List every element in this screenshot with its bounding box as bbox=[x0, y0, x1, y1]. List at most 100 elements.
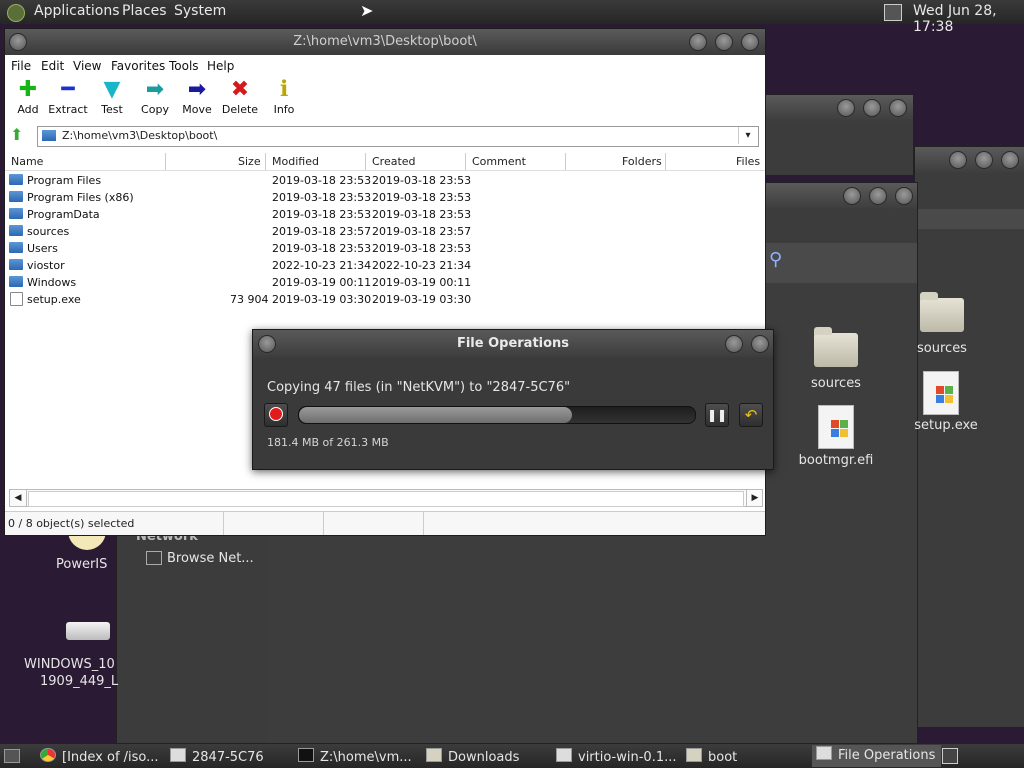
folder-icon bbox=[42, 130, 56, 141]
dialog-titlebar[interactable]: File Operations bbox=[253, 330, 773, 358]
dialog-menu-icon[interactable] bbox=[258, 335, 276, 353]
task-virtio[interactable]: virtio-win-0.1... bbox=[556, 748, 677, 765]
dialog-minimize-button[interactable] bbox=[725, 335, 743, 353]
scroll-thumb[interactable] bbox=[28, 491, 744, 507]
copy-button[interactable]: ➡ Copy bbox=[132, 77, 178, 122]
move-icon: ➡ bbox=[187, 77, 207, 102]
progress-bar bbox=[298, 406, 696, 424]
task-file-operations[interactable]: File Operations bbox=[812, 745, 942, 767]
address-text: Z:\home\vm3\Desktop\boot\ bbox=[62, 129, 218, 142]
stop-button[interactable] bbox=[264, 403, 288, 427]
table-row[interactable]: Program Files (x86) 2019-03-18 23:53 2019-… bbox=[5, 189, 765, 206]
table-row[interactable]: viostor 2022-10-23 21:34 2022-10-23 21:34 bbox=[5, 257, 765, 274]
status-selection: 0 / 8 object(s) selected bbox=[8, 517, 135, 530]
mouse-cursor-icon: ➤ bbox=[360, 1, 374, 20]
test-icon: ▼ bbox=[103, 77, 121, 102]
desktop-label-windows-2[interactable]: 1909_449_L bbox=[40, 674, 118, 689]
close-button[interactable] bbox=[741, 33, 759, 51]
menu-edit[interactable]: Edit bbox=[41, 59, 64, 73]
info-button[interactable]: ℹ Info bbox=[261, 77, 307, 122]
task-drive-2847[interactable]: 2847-5C76 bbox=[170, 748, 264, 765]
task-downloads[interactable]: Downloads bbox=[426, 748, 519, 765]
col-files[interactable]: Files bbox=[736, 155, 760, 168]
distro-logo-icon[interactable] bbox=[7, 4, 25, 22]
extract-button[interactable]: ━ Extract bbox=[45, 77, 91, 122]
top-panel: Applications Places System ➤ Wed Jun 28,… bbox=[0, 0, 1024, 35]
table-row[interactable]: setup.exe 73 904 2019-03-19 03:30 2019-03-1… bbox=[5, 291, 765, 308]
delete-button[interactable]: ✖ Delete bbox=[217, 77, 263, 122]
sources-folder-icon-2[interactable] bbox=[814, 327, 858, 367]
drive-icon[interactable] bbox=[66, 622, 110, 640]
horizontal-scrollbar[interactable]: ◀ ▶ bbox=[9, 489, 763, 507]
folder-icon bbox=[9, 208, 23, 219]
window-menu-icon[interactable] bbox=[9, 33, 27, 51]
chevron-down-icon[interactable]: ▾ bbox=[738, 127, 757, 144]
info-icon: ℹ bbox=[279, 77, 289, 102]
menu-places[interactable]: Places bbox=[122, 3, 167, 19]
menu-system[interactable]: System bbox=[174, 3, 226, 19]
task-browser[interactable]: [Index of /iso... bbox=[40, 748, 159, 765]
col-name[interactable]: Name bbox=[11, 155, 43, 168]
taskbar: [Index of /iso... 2847-5C76 Z:\home\vm..… bbox=[0, 744, 1024, 768]
minimize-button[interactable] bbox=[689, 33, 707, 51]
desktop-label-sources[interactable]: sources bbox=[906, 341, 978, 356]
extract-icon: ━ bbox=[61, 77, 75, 102]
desktop-label-setup[interactable]: setup.exe bbox=[906, 418, 986, 433]
desktop-label-bootmgr[interactable]: bootmgr.efi bbox=[796, 453, 876, 468]
folder-icon bbox=[9, 259, 23, 270]
table-row[interactable]: ProgramData 2019-03-18 23:53 2019-03-18 23… bbox=[5, 206, 765, 223]
window-title: Z:\home\vm3\Desktop\boot\ bbox=[293, 34, 477, 49]
col-size[interactable]: Size bbox=[238, 155, 261, 168]
task-boot[interactable]: boot bbox=[686, 748, 737, 765]
toolbar: ✚ Add ━ Extract ▼ Test ➡ Copy ➡ Move ✖ Delete … bbox=[5, 77, 765, 122]
folder-icon bbox=[426, 748, 442, 762]
desktop-label-windows[interactable]: WINDOWS_10 bbox=[24, 657, 116, 672]
search-icon[interactable]: ⚲ bbox=[769, 249, 782, 270]
menu-view[interactable]: View bbox=[73, 59, 101, 73]
desktop-label-poweriso[interactable]: PowerIS bbox=[56, 557, 116, 572]
folder-icon bbox=[9, 174, 23, 185]
menu-tools[interactable]: Tools bbox=[169, 59, 199, 73]
undo-button[interactable]: ↶ bbox=[739, 403, 763, 427]
folder-icon bbox=[686, 748, 702, 762]
maximize-button[interactable] bbox=[715, 33, 733, 51]
address-row: ⬆ Z:\home\vm3\Desktop\boot\ ▾ bbox=[5, 125, 765, 149]
calendar-icon[interactable] bbox=[884, 4, 902, 21]
task-7zip[interactable]: Z:\home\vm... bbox=[298, 748, 412, 765]
col-comment[interactable]: Comment bbox=[472, 155, 526, 168]
address-field[interactable]: Z:\home\vm3\Desktop\boot\ ▾ bbox=[37, 126, 759, 147]
stop-icon bbox=[269, 407, 283, 421]
dialog-close-button[interactable] bbox=[751, 335, 769, 353]
bootmgr-efi-icon[interactable] bbox=[818, 405, 854, 449]
col-created[interactable]: Created bbox=[372, 155, 416, 168]
pause-button[interactable]: ❚❚ bbox=[705, 403, 729, 427]
file-operations-dialog: File Operations Copying 47 files (in "Ne… bbox=[252, 329, 774, 470]
file-manager-titlebar[interactable]: Z:\home\vm3\Desktop\boot\ bbox=[5, 29, 765, 55]
workspace-switcher-icon[interactable] bbox=[942, 748, 958, 764]
sidebar-browse-network[interactable]: Browse Net... bbox=[167, 551, 254, 566]
scroll-right-icon[interactable]: ▶ bbox=[746, 490, 763, 506]
table-row[interactable]: sources 2019-03-18 23:57 2019-03-18 23:57 bbox=[5, 223, 765, 240]
scroll-left-icon[interactable]: ◀ bbox=[10, 490, 27, 506]
setup-exe-icon[interactable] bbox=[923, 371, 959, 415]
file-list: Program Files 2019-03-18 23:53 2019-03-18 … bbox=[5, 172, 765, 308]
test-button[interactable]: ▼ Test bbox=[89, 77, 135, 122]
menu-applications[interactable]: Applications bbox=[34, 3, 120, 19]
menu-file[interactable]: File bbox=[11, 59, 31, 73]
col-modified[interactable]: Modified bbox=[272, 155, 319, 168]
move-button[interactable]: ➡ Move bbox=[174, 77, 220, 122]
table-row[interactable]: Program Files 2019-03-18 23:53 2019-03-18 … bbox=[5, 172, 765, 189]
show-desktop-icon[interactable] bbox=[4, 749, 20, 763]
table-row[interactable]: Users 2019-03-18 23:53 2019-03-18 23:53 bbox=[5, 240, 765, 257]
dialog-title: File Operations bbox=[456, 336, 570, 351]
col-folders[interactable]: Folders bbox=[622, 155, 662, 168]
copy-icon: ➡ bbox=[145, 77, 165, 102]
clock[interactable]: Wed Jun 28, 17:38 bbox=[913, 3, 1024, 35]
up-folder-icon[interactable]: ⬆ bbox=[10, 125, 23, 144]
desktop-label-sources-2[interactable]: sources bbox=[800, 376, 872, 391]
menu-help[interactable]: Help bbox=[207, 59, 234, 73]
table-row[interactable]: Windows 2019-03-19 00:11 2019-03-19 00:11 bbox=[5, 274, 765, 291]
folder-icon bbox=[9, 225, 23, 236]
menu-favorites[interactable]: Favorites bbox=[111, 59, 165, 73]
sources-folder-icon[interactable] bbox=[920, 292, 964, 332]
